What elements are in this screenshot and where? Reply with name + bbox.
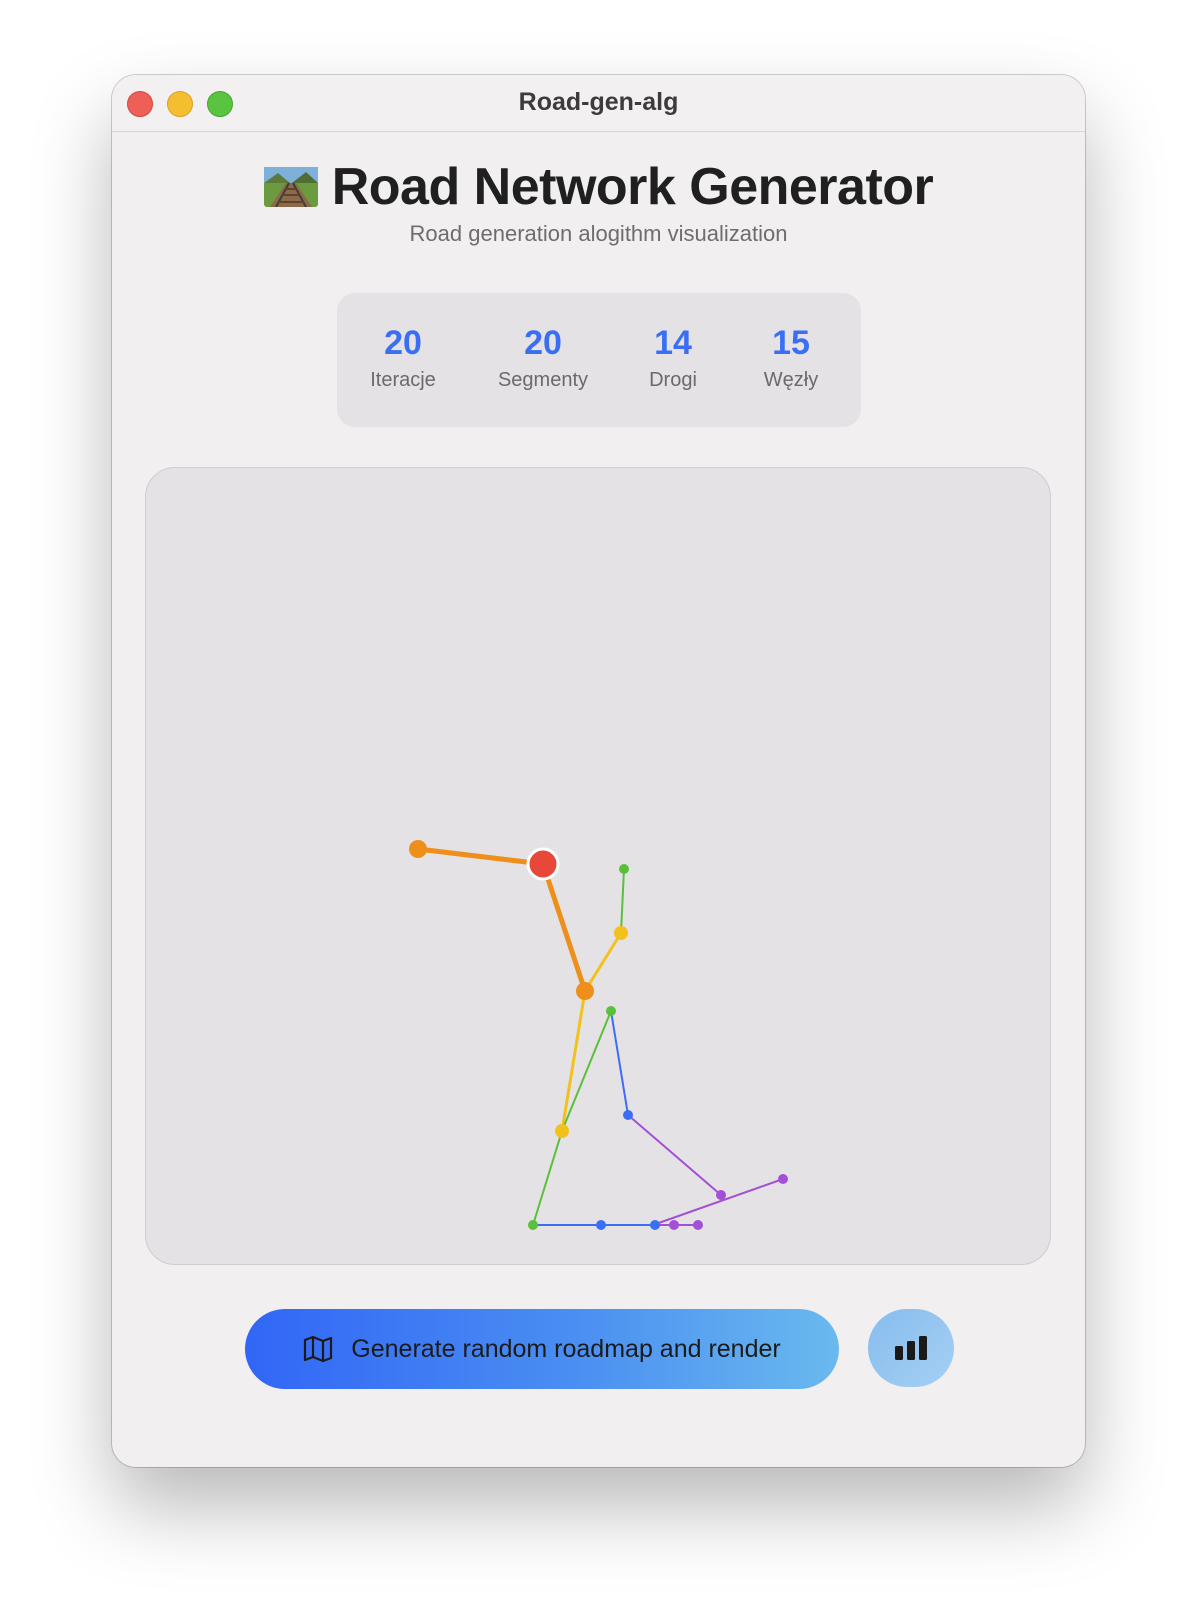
stat-label: Węzły	[763, 369, 819, 391]
railway-track-icon	[263, 167, 318, 207]
map-icon	[304, 1335, 333, 1363]
app-window: Road-gen-alg Road Network Generator Road…	[112, 75, 1085, 1467]
statistics-button[interactable]	[868, 1309, 954, 1387]
road-node	[596, 1220, 606, 1230]
road-node	[716, 1190, 726, 1200]
road-node	[409, 840, 427, 858]
stat-label: Iteracje	[370, 369, 436, 391]
bar-chart-icon	[895, 1336, 927, 1360]
road-segment	[561, 1010, 612, 1132]
app-title: Road Network Generator	[331, 158, 934, 216]
road-network-graph	[409, 840, 788, 1230]
stat-segments: 20 Segmenty	[487, 323, 599, 392]
road-segment	[610, 1010, 629, 1116]
generate-roadmap-label: Generate random roadmap and render	[351, 1334, 781, 1363]
road-segment	[620, 868, 625, 934]
road-node	[623, 1110, 633, 1120]
stat-nodes: 15 Węzły	[748, 323, 834, 392]
road-node	[778, 1174, 788, 1184]
stat-label: Drogi	[649, 369, 697, 391]
road-node	[528, 1220, 538, 1230]
stat-value: 15	[772, 324, 810, 362]
road-segment	[415, 846, 546, 867]
stat-value: 20	[384, 324, 422, 362]
window-title: Road-gen-alg	[518, 88, 679, 116]
road-node	[669, 1220, 679, 1230]
road-segment	[583, 931, 623, 993]
road-node	[555, 1124, 569, 1138]
road-segment	[540, 861, 588, 994]
road-node	[619, 864, 629, 874]
title-bar: Road-gen-alg	[112, 75, 1085, 132]
road-node	[576, 982, 594, 1000]
stats-panel: 20 Iteracje 20 Segmenty 14 Drogi 15 Węzł…	[337, 293, 861, 427]
road-segment	[627, 1114, 722, 1196]
page-header: Road Network Generator Road generation a…	[112, 157, 1085, 247]
road-node	[606, 1006, 616, 1016]
road-node	[614, 926, 628, 940]
road-segment	[532, 1130, 563, 1226]
road-segment	[560, 989, 587, 1133]
app-title-row: Road Network Generator	[263, 157, 934, 217]
stat-iterations: 20 Iteracje	[357, 323, 449, 392]
stat-label: Segmenty	[497, 369, 589, 391]
root-node	[526, 847, 560, 881]
road-segment	[652, 1178, 784, 1226]
road-node	[650, 1220, 660, 1230]
stat-value: 14	[654, 324, 692, 362]
stat-value: 20	[524, 324, 562, 362]
stat-roads: 14 Drogi	[633, 323, 713, 392]
generate-roadmap-button[interactable]: Generate random roadmap and render	[245, 1309, 839, 1389]
app-subtitle: Road generation alogithm visualization	[409, 221, 788, 246]
road-node	[693, 1220, 703, 1230]
road-network-canvas[interactable]	[145, 467, 1051, 1265]
